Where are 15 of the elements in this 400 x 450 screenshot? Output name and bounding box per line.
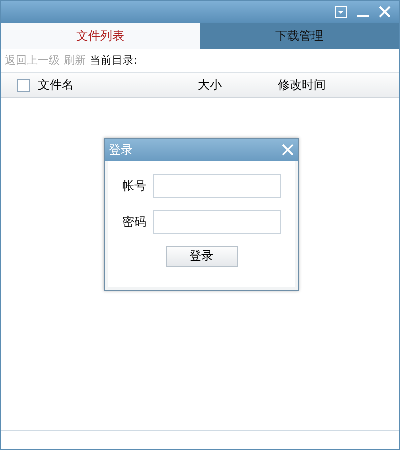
dialog-title: 登录 [109,142,133,158]
login-button[interactable]: 登录 [166,246,238,267]
field-label: 帐号 [122,178,146,194]
input-field[interactable] [152,210,280,234]
column-header[interactable]: 修改时间 [278,78,326,92]
select-all-checkbox[interactable] [17,78,30,92]
input-field[interactable] [152,174,280,198]
close-icon[interactable] [282,144,294,156]
dropdown-icon[interactable] [335,6,347,18]
column-header[interactable]: 大小 [198,78,222,92]
path-label: 当前目录: [90,53,138,68]
field-label: 密码 [122,214,146,230]
column-header[interactable]: 文件名 [38,78,74,92]
close-icon[interactable] [379,6,391,18]
tab[interactable]: 文件列表 [1,23,200,49]
